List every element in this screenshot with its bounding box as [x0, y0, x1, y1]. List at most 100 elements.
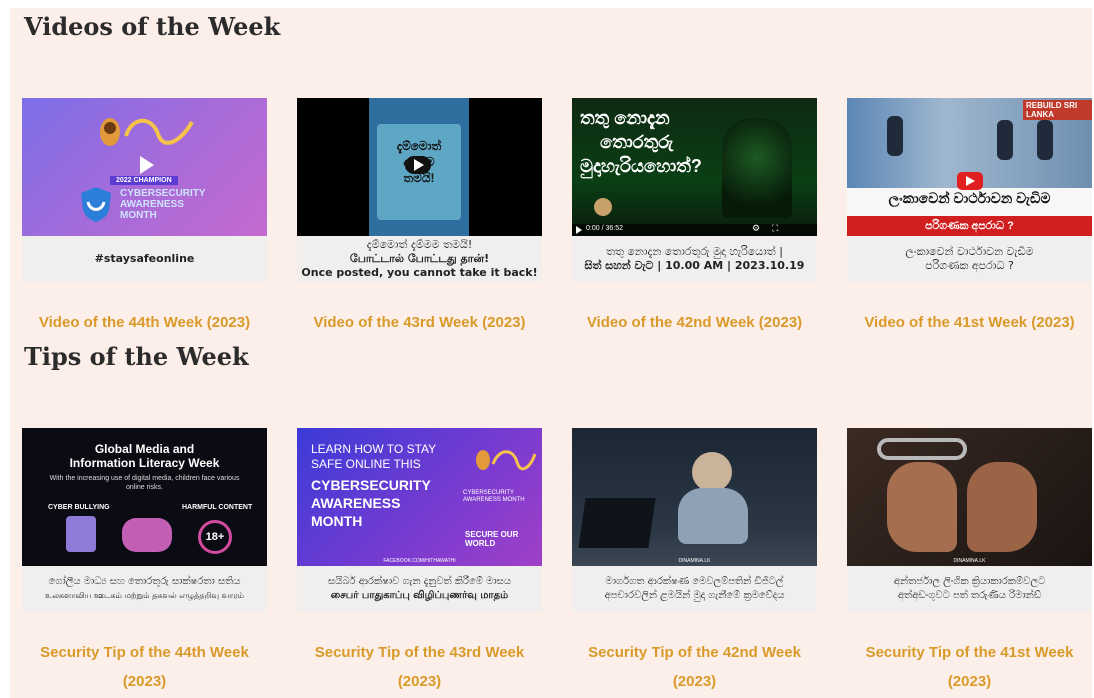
play-icon[interactable]	[140, 156, 154, 174]
caption-line: ගෝලීය මාධ්‍ය සහ තොරතුරු සාක්ෂරතා සතිය	[48, 576, 241, 587]
hand	[967, 462, 1037, 552]
tip-caption: අන්තර්ජාල ලිංගික ක්‍රියාකාරකම්වලට අත්අඩං…	[847, 566, 1092, 612]
thumb-text: With the increasing use of digital media…	[49, 475, 240, 491]
thumb-text: HARMFUL CONTENT	[182, 504, 253, 511]
thumb-text: AWARENESS	[120, 199, 184, 210]
video-caption: ලංකාවෙන් වාර්ථාවන වැඩිම පරිගණක අපරාධ ?	[847, 236, 1092, 282]
video-card-43[interactable]: දැම්මොත් දැම්මම තමයි! දැම්මොත් දැම්මම තම…	[297, 98, 542, 337]
thumb-text: CYBER BULLYING	[48, 504, 110, 511]
caption-line: ලංකාවෙන් වාර්ථාවන වැඩිම	[905, 245, 1034, 258]
caption-line: දැම්මොත් දැම්මම තමයි!	[366, 238, 473, 251]
video-thumbnail[interactable]: 2022 CHAMPION CYBERSECURITY AWARENESS MO…	[22, 98, 267, 236]
tip-caption: මාර්ගගත ආරක්ෂණ මෙවලම්පතින් ඩිජිටල් අපචාර…	[572, 566, 817, 612]
thumb-text: MONTH	[311, 513, 363, 529]
thumb-footer: DINAMINA.LK	[953, 558, 986, 564]
tip-title-link[interactable]: Security Tip of the 44th Week (2023)	[22, 638, 267, 696]
video-controls[interactable]: 0:00 / 36:52 ⚙ ⛶	[572, 223, 817, 236]
hand	[887, 462, 957, 552]
video-thumbnail[interactable]: REBUILD SRI LANKA ලංකාවෙන් වාර්ථාවන වැඩි…	[847, 98, 1092, 236]
character-illustration	[122, 518, 172, 552]
thumb-text: Global Media and	[94, 442, 195, 456]
caption-line: #staysafeonline	[94, 252, 195, 265]
hithawathi-logo-icon	[100, 118, 194, 146]
caption-line: අන්තර්ජාල ලිංගික ක්‍රියාකාරකම්වලට	[893, 576, 1046, 587]
tip-card-44[interactable]: Global Media and Information Literacy We…	[22, 428, 267, 696]
video-caption: #staysafeonline	[22, 236, 267, 282]
thumb-text: SAFE ONLINE THIS	[311, 457, 421, 471]
thumb-footer: DINAMINA.LK	[678, 558, 711, 564]
play-icon[interactable]	[576, 226, 582, 234]
handcuffs	[877, 438, 967, 460]
hithawathi-logo-icon	[476, 450, 537, 471]
age-badge: 18+	[198, 520, 232, 554]
video-title-link[interactable]: Video of the 42nd Week (2023)	[572, 308, 817, 337]
video-thumbnail[interactable]: දැම්මොත් දැම්මම තමයි!	[297, 98, 542, 236]
caption-line: පරිගණක අපරාධ ?	[925, 259, 1014, 272]
thumb-text: AWARENESS	[311, 495, 401, 511]
thumb-text: දැම්මොත්	[396, 139, 442, 153]
character-illustration	[66, 516, 96, 552]
shield-icon	[81, 187, 111, 222]
tip-thumbnail[interactable]: LEARN HOW TO STAY SAFE ONLINE THIS CYBER…	[297, 428, 542, 566]
tip-caption: ගෝලීය මාධ්‍ය සහ තොරතුරු සාක්ෂරතා සතිය உல…	[22, 566, 267, 612]
thumb-text: මුදාහැරියහොත්?	[580, 156, 702, 176]
video-caption: තතු නොදැන තොරතුරු මුදා හැරියොත් | සිත් ස…	[572, 236, 817, 282]
person	[1037, 120, 1053, 160]
page: Videos of the Week 2022 CHAMPION CYBERSE…	[10, 8, 1092, 698]
video-card-44[interactable]: 2022 CHAMPION CYBERSECURITY AWARENESS MO…	[22, 98, 267, 337]
thumb-subbanner: පරිගණක අපරාධ ?	[847, 216, 1092, 236]
tip-thumbnail[interactable]: DINAMINA.LK	[847, 428, 1092, 566]
child-figure	[678, 488, 748, 544]
video-thumbnail[interactable]: තතු නොදැන තොරතුරු මුදාහැරියහොත්? 0:00 / …	[572, 98, 817, 236]
tip-card-41[interactable]: DINAMINA.LK අන්තර්ජාල ලිංගික ක්‍රියාකාරක…	[847, 428, 1092, 696]
tip-title-link[interactable]: Security Tip of the 43rd Week (2023)	[297, 638, 542, 696]
caption-line: போட்டால் போட்டது தான்!	[349, 252, 490, 265]
avatar	[594, 198, 612, 216]
play-icon[interactable]	[966, 176, 975, 186]
caption-line: உலகளாவிய ஊடகம் மற்றும் தகவல் எழுத்தறிவு …	[45, 591, 244, 600]
video-title-link[interactable]: Video of the 43rd Week (2023)	[297, 308, 542, 337]
tip-thumbnail[interactable]: Global Media and Information Literacy We…	[22, 428, 267, 566]
video-title-link[interactable]: Video of the 41st Week (2023)	[847, 308, 1092, 337]
phone-screen: දැම්මොත් දැම්මම තමයි!	[369, 98, 469, 236]
tip-card-43[interactable]: LEARN HOW TO STAY SAFE ONLINE THIS CYBER…	[297, 428, 542, 696]
tip-title-link[interactable]: Security Tip of the 42nd Week (2023)	[572, 638, 817, 696]
caption-line: අපචාරවලින් ළමයින් මුදා ගැනීමේ ක්‍රමවේදය	[604, 590, 785, 601]
thumb-text: Information Literacy Week	[69, 456, 220, 470]
settings-icon[interactable]: ⚙	[752, 223, 760, 234]
thumb-text: CYBERSECURITY	[120, 188, 206, 199]
caption-line: මාර්ගගත ආරක්ෂණ මෙවලම්පතින් ඩිජිටල්	[605, 576, 784, 587]
hooded-figure	[722, 118, 792, 218]
thumb-text: LEARN HOW TO STAY	[311, 442, 437, 456]
video-caption: දැම්මොත් දැම්මම තමයි! போட்டால் போட்டது த…	[297, 236, 542, 282]
caption-line: අත්අඩංගුවට පත් තරුණිය රිමාන්ඩ්	[897, 590, 1042, 601]
fullscreen-icon[interactable]: ⛶	[772, 223, 778, 234]
play-icon[interactable]	[414, 159, 424, 171]
video-card-41[interactable]: REBUILD SRI LANKA ලංකාවෙන් වාර්ථාවන වැඩි…	[847, 98, 1092, 337]
thumb-badge-text: CYBERSECURITY AWARENESS MONTH	[463, 490, 525, 503]
tip-thumbnail[interactable]: DINAMINA.LK	[572, 428, 817, 566]
thumb-text: CYBERSECURITY	[311, 477, 431, 493]
caption-line: Once posted, you cannot take it back!	[301, 266, 538, 279]
tip-title-link[interactable]: Security Tip of the 41st Week (2023)	[847, 638, 1092, 696]
tip-card-42[interactable]: DINAMINA.LK මාර්ගගත ආරක්ෂණ මෙවලම්පතින් ඩ…	[572, 428, 817, 696]
video-time: 0:00 / 36:52	[586, 225, 623, 232]
person	[997, 120, 1013, 160]
video-card-42[interactable]: තතු නොදැන තොරතුරු මුදාහැරියහොත්? 0:00 / …	[572, 98, 817, 337]
caption-line: சைபர் பாதுகாப்பு விழிப்புணர்வு மாதம்	[330, 590, 509, 601]
thumb-badge-text: SECURE OUR WORLD	[465, 530, 519, 548]
thumb-footer: FACEBOOK.COM/HITHAWATHI	[383, 558, 456, 564]
videos-section-title: Videos of the Week	[24, 12, 281, 41]
person	[887, 116, 903, 156]
logo-text: REBUILD SRI LANKA	[1023, 100, 1092, 120]
tv-studio: REBUILD SRI LANKA	[847, 98, 1092, 190]
caption-line: සයිබර් ආරක්ෂාව ගැන දැනුවත් කිරීමේ මාසය	[327, 576, 512, 587]
thumb-text: MONTH	[120, 210, 157, 221]
caption-line: සිත් සහන් වැට | 10.00 AM | 2023.10.19	[584, 259, 805, 272]
champion-badge: 2022 CHAMPION	[110, 176, 178, 185]
tip-caption: සයිබර් ආරක්ෂාව ගැන දැනුවත් කිරීමේ මාසය ச…	[297, 566, 542, 612]
tips-section-title: Tips of the Week	[24, 342, 249, 371]
caption-line: තතු නොදැන තොරතුරු මුදා හැරියොත් |	[606, 245, 783, 258]
thumb-text: තොරතුරු	[600, 132, 674, 152]
video-title-link[interactable]: Video of the 44th Week (2023)	[22, 308, 267, 337]
